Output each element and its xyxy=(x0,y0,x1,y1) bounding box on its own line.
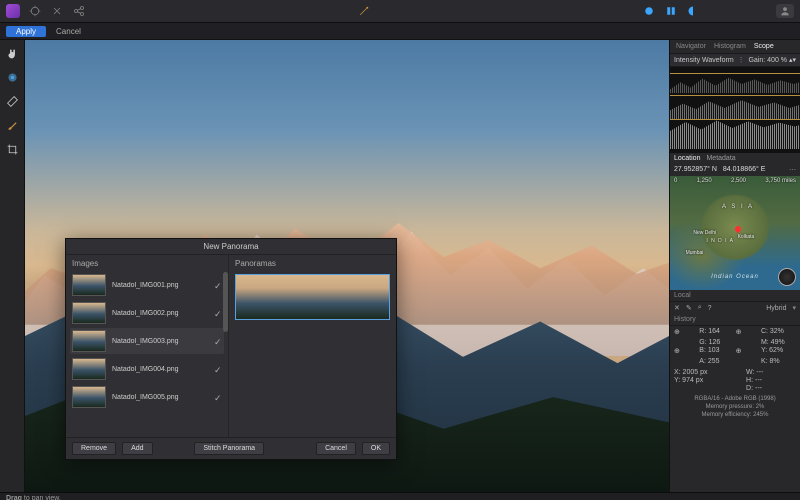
ruler-tool-icon[interactable] xyxy=(5,94,19,108)
search-icon[interactable]: ⌕ xyxy=(698,304,702,312)
document-canvas[interactable]: New Panorama Images Natadol_IMG001.png✓ … xyxy=(25,40,669,492)
persona-liquify-icon[interactable] xyxy=(664,4,678,18)
compass-icon[interactable] xyxy=(778,268,796,286)
panel-tabs: Navigator Histogram Scope xyxy=(670,40,800,54)
check-icon[interactable]: ✓ xyxy=(214,365,222,373)
panorama-preview[interactable] xyxy=(235,274,390,320)
title-bar xyxy=(0,0,800,23)
persona-develop-icon[interactable] xyxy=(686,4,700,18)
hand-tool-icon[interactable] xyxy=(5,46,19,60)
tab-histogram[interactable]: Histogram xyxy=(714,43,746,50)
images-header: Images xyxy=(66,255,228,272)
scope-mode[interactable]: Intensity Waveform xyxy=(674,57,734,64)
brush-tool-icon[interactable] xyxy=(5,118,19,132)
extensions-icon[interactable] xyxy=(28,4,42,18)
thumbnail xyxy=(72,302,106,324)
thumbnail xyxy=(72,386,106,408)
panoramas-header: Panoramas xyxy=(229,255,396,272)
scope-header: Intensity Waveform ⋮ Gain: 400 % ▴▾ xyxy=(670,54,800,67)
latitude: 27.952857° N xyxy=(674,166,717,174)
gain-value[interactable]: 400 % xyxy=(767,57,787,64)
crop-tool-icon[interactable] xyxy=(5,142,19,156)
map-scale: 01,2502,5003,750 miles xyxy=(674,178,796,188)
longitude: 84.018866° E xyxy=(723,166,766,174)
chevron-down-icon[interactable]: ▾ xyxy=(792,304,796,312)
eyedropper-icon[interactable]: ⊕ xyxy=(674,328,684,338)
local-label: Local xyxy=(670,290,800,301)
map-type-select[interactable]: Hybrid xyxy=(766,305,786,312)
image-row[interactable]: Natadol_IMG005.png✓ xyxy=(70,384,224,410)
image-row[interactable]: Natadol_IMG001.png✓ xyxy=(70,272,224,298)
close-icon[interactable]: ✕ xyxy=(674,304,680,312)
check-icon[interactable]: ✓ xyxy=(214,309,222,317)
check-icon[interactable]: ✓ xyxy=(214,281,222,289)
status-bar: Drag Drag to pan view.to pan view. xyxy=(0,492,800,500)
location-menu-icon[interactable]: ⋯ xyxy=(789,166,796,174)
link-icon[interactable] xyxy=(50,4,64,18)
color-info: ⊕ R: 164 ⊕ C: 32% G: 126 M: 49% ⊕ B: 103… xyxy=(670,326,800,367)
image-row[interactable]: Natadol_IMG002.png✓ xyxy=(70,300,224,326)
target-icon[interactable]: ⊕ xyxy=(736,347,746,357)
dialog-ok-button[interactable]: OK xyxy=(362,442,390,455)
tab-metadata[interactable]: Metadata xyxy=(706,155,735,162)
account-button[interactable] xyxy=(776,4,794,18)
persona-photo-icon[interactable] xyxy=(642,4,656,18)
wand-tool-icon[interactable] xyxy=(5,70,19,84)
gain-stepper-icon[interactable]: ▴▾ xyxy=(789,57,796,64)
tab-location[interactable]: Location xyxy=(674,155,700,162)
wand-icon[interactable]: ✎ xyxy=(686,304,692,312)
scope-options-icon[interactable]: ⋮ xyxy=(738,56,745,64)
remove-button[interactable]: Remove xyxy=(72,442,116,455)
eyedropper-icon[interactable]: ⊕ xyxy=(736,328,746,338)
thumbnail xyxy=(72,274,106,296)
scrollbar[interactable] xyxy=(223,272,228,437)
waveform-scope xyxy=(670,67,800,153)
add-button[interactable]: Add xyxy=(122,442,152,455)
thumbnail xyxy=(72,358,106,380)
cancel-button[interactable]: Cancel xyxy=(56,27,81,36)
new-panorama-dialog: New Panorama Images Natadol_IMG001.png✓ … xyxy=(65,238,397,460)
bottom-toolrow: ✕ ✎ ⌕ ? Hybrid ▾ xyxy=(670,301,800,314)
target-icon[interactable]: ⊕ xyxy=(674,347,684,357)
studio-panel: Navigator Histogram Scope Intensity Wave… xyxy=(669,40,800,492)
scrollbar-thumb[interactable] xyxy=(223,272,228,332)
tab-history[interactable]: History xyxy=(674,316,696,323)
center-tool-icon[interactable] xyxy=(357,4,371,18)
doc-meta: RGBA/16 - Adobe RGB (1998) Memory pressu… xyxy=(670,394,800,421)
position-info: X: 2005 pxW: --- Y: 974 pxH: --- D: --- xyxy=(670,367,800,394)
check-icon[interactable]: ✓ xyxy=(214,337,222,345)
dialog-cancel-button[interactable]: Cancel xyxy=(316,442,356,455)
stitch-panorama-button[interactable]: Stitch Panorama xyxy=(194,442,264,455)
images-list[interactable]: Natadol_IMG001.png✓ Natadol_IMG002.png✓ … xyxy=(66,272,228,437)
share-icon[interactable] xyxy=(72,4,86,18)
dialog-title: New Panorama xyxy=(66,239,396,255)
location-tabs: Location Metadata xyxy=(670,153,800,164)
tab-scope[interactable]: Scope xyxy=(754,43,774,50)
image-row[interactable]: Natadol_IMG003.png✓ xyxy=(70,328,224,354)
tool-column xyxy=(0,40,25,492)
apply-button[interactable]: Apply xyxy=(6,26,46,37)
tab-navigator[interactable]: Navigator xyxy=(676,43,706,50)
dialog-footer: Remove Add Stitch Panorama Cancel OK xyxy=(66,437,396,459)
action-bar: Apply Cancel xyxy=(0,23,800,40)
image-row[interactable]: Natadol_IMG004.png✓ xyxy=(70,356,224,382)
thumbnail xyxy=(72,330,106,352)
app-icon xyxy=(6,4,20,18)
map-view[interactable]: 01,2502,5003,750 miles A S I A I N D I A… xyxy=(670,176,800,290)
check-icon[interactable]: ✓ xyxy=(214,393,222,401)
help-icon[interactable]: ? xyxy=(708,305,712,312)
